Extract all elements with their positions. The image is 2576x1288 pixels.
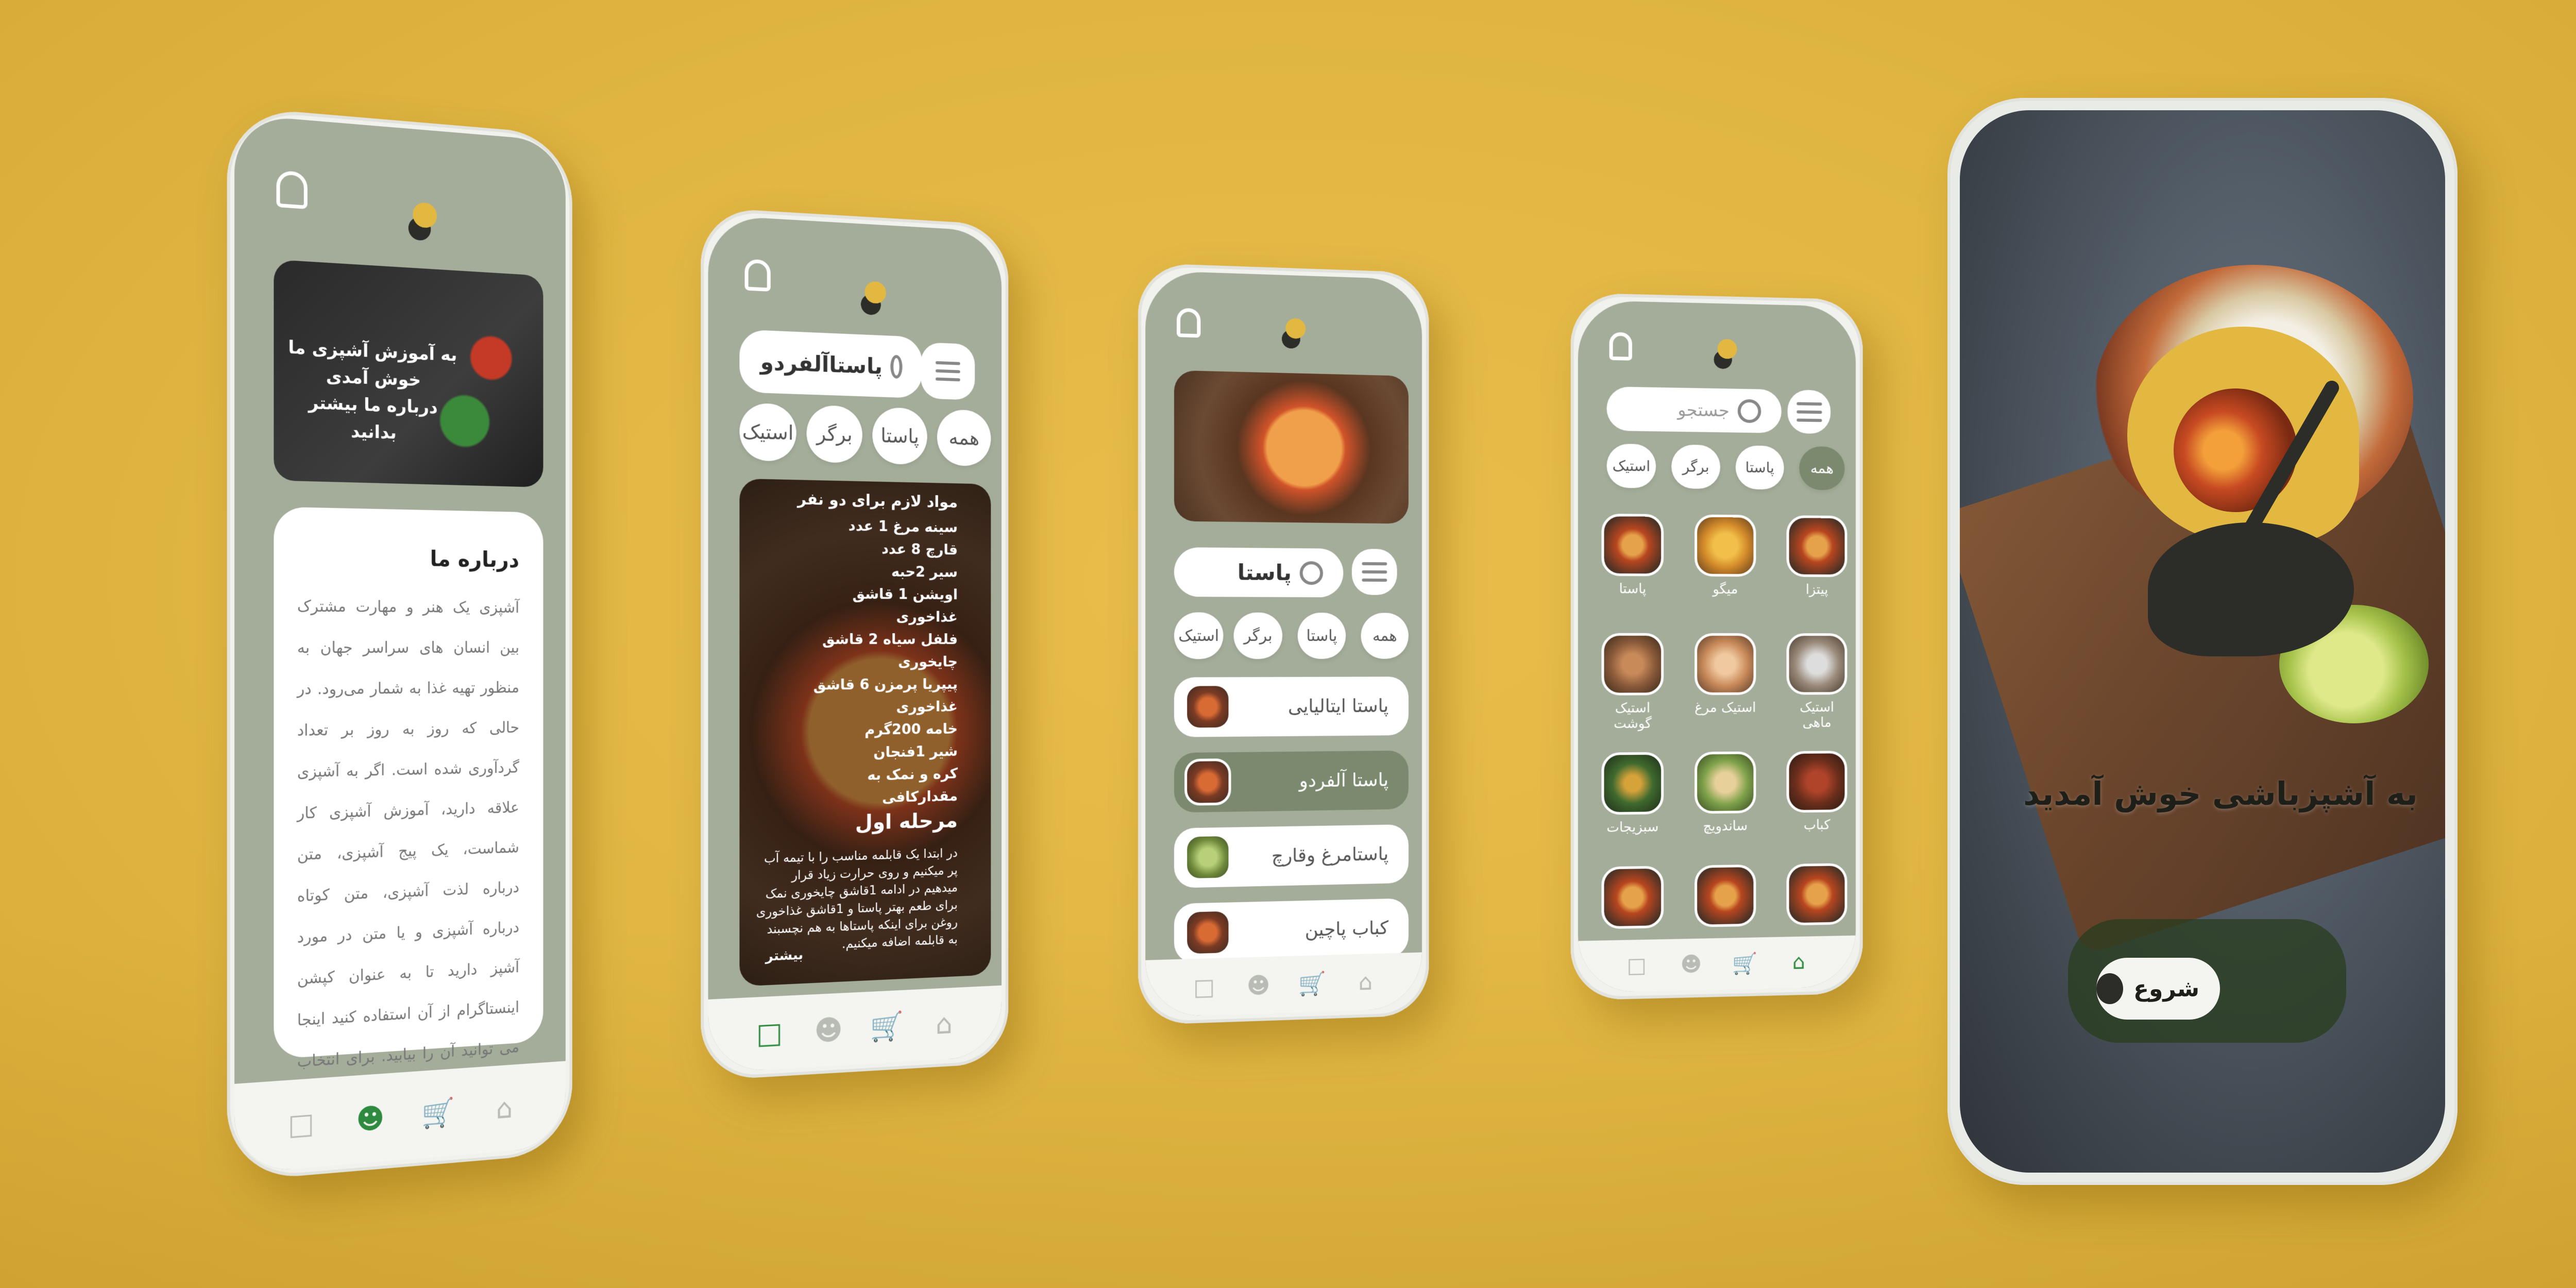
filter-pasta[interactable]: پاستا	[872, 407, 927, 465]
grid-item[interactable]	[1784, 863, 1850, 930]
top-bar	[1578, 300, 1856, 399]
filter-all[interactable]: همه	[1361, 613, 1409, 658]
top-bar	[1145, 270, 1422, 371]
home-icon[interactable]: ⌂	[491, 1093, 518, 1124]
about-card: درباره ما آشپزی یک هنر و مهارت مشترک بین…	[274, 506, 543, 1059]
filter-steak[interactable]: استیک	[1174, 612, 1224, 659]
logo-icon	[404, 195, 439, 244]
logo-icon	[1277, 314, 1308, 351]
search-icon	[1300, 561, 1323, 585]
start-button[interactable]: شروع	[2096, 958, 2220, 1020]
bookmark-icon[interactable]: □	[755, 1018, 784, 1048]
logo-icon	[1710, 334, 1739, 371]
list-view-button[interactable]	[921, 342, 975, 400]
filter-steak[interactable]: استیک	[1607, 444, 1656, 488]
grid-item[interactable]	[1599, 866, 1666, 934]
bookmark-icon[interactable]: □	[1190, 972, 1218, 1002]
welcome-title: به آشپزباشی خوش آمدید	[2022, 775, 2419, 812]
home-icon[interactable]: ⌂	[1351, 968, 1380, 997]
more-link[interactable]: بیشتر	[766, 947, 803, 964]
people-icon[interactable]: ☻	[1244, 971, 1273, 1001]
list-thumb	[1184, 758, 1231, 806]
phone-recipe: پاستاآلفردو استیک برگر پاستا همه مواد لا…	[701, 207, 1008, 1081]
cart-icon[interactable]: 🛒	[1731, 948, 1759, 978]
list-item[interactable]: پاستا ایتالیایی	[1174, 676, 1409, 737]
grid-item[interactable]: ساندویچ	[1692, 751, 1758, 834]
search-input[interactable]: پاستاآلفردو	[739, 329, 922, 398]
list-thumb	[1184, 909, 1231, 957]
search-value: پاستا	[1238, 560, 1292, 585]
list-thumb	[1184, 683, 1231, 730]
bottom-nav: □ ☻ 🛒 ⌂	[1578, 936, 1856, 993]
step-title: مرحله اول	[855, 809, 958, 835]
filter-all[interactable]: همه	[1799, 446, 1844, 490]
grid-item[interactable]: استیک گوشت	[1599, 633, 1666, 732]
menu-icon[interactable]	[951, 295, 975, 318]
bell-icon[interactable]	[744, 259, 770, 292]
grid-item[interactable]: پیتزا	[1784, 515, 1850, 598]
filter-pasta[interactable]: پاستا	[1298, 613, 1346, 659]
list-thumb	[1184, 834, 1231, 881]
grid-item[interactable]: استیک مرغ	[1692, 633, 1758, 716]
bell-icon[interactable]	[1177, 308, 1200, 338]
filter-burger[interactable]: برگر	[1234, 613, 1283, 659]
search-icon	[890, 355, 902, 379]
phone-welcome: به آشپزباشی خوش آمدید شروع	[1947, 98, 2458, 1185]
bookmark-icon[interactable]: □	[1622, 951, 1651, 981]
filter-burger[interactable]: برگر	[807, 405, 862, 463]
start-label: شروع	[2133, 976, 2199, 1002]
about-title: درباره ما	[430, 546, 519, 572]
search-icon	[1738, 399, 1761, 423]
menu-icon[interactable]	[1808, 347, 1831, 367]
grid-item[interactable]: میگو	[1692, 515, 1758, 598]
logo-icon	[2107, 327, 2375, 687]
bell-icon[interactable]	[1609, 332, 1632, 361]
bell-icon[interactable]	[276, 170, 307, 209]
step-body: در ابتدا یک قابلمه مناسب را با تیمه آب پ…	[755, 844, 958, 957]
grid-item[interactable]: استیک ماهی	[1784, 633, 1850, 731]
banner-text: به آموزش آشپزی ما خوش آمدی درباره ما بیش…	[284, 334, 461, 449]
ingredients-title: مواد لازم برای دو نفر	[798, 490, 958, 512]
menu-icon[interactable]	[503, 233, 532, 260]
list-view-button[interactable]	[1352, 549, 1397, 595]
list-item[interactable]: پاستامرغ وقارچ	[1174, 824, 1409, 888]
bottom-nav: □ ☻ 🛒 ⌂	[1145, 952, 1422, 1018]
cart-icon[interactable]: 🛒	[1298, 969, 1326, 999]
search-value: پاستاآلفردو	[760, 349, 883, 379]
list-view-button[interactable]	[1788, 389, 1831, 434]
home-icon[interactable]: ⌂	[1785, 947, 1813, 977]
filter-steak[interactable]: استیک	[739, 402, 796, 462]
about-banner: به آموزش آشپزی ما خوش آمدی درباره ما بیش…	[274, 260, 543, 487]
grid-item[interactable]: سبزیجات	[1599, 752, 1666, 836]
phone-grid: جستجو استیک برگر پاستا همه پیتزا میگو پا…	[1571, 293, 1863, 1001]
logo-icon	[857, 275, 887, 318]
people-icon[interactable]: ☻	[815, 1014, 843, 1045]
people-icon[interactable]: ☻	[356, 1103, 384, 1134]
top-bar	[234, 114, 566, 232]
bookmark-icon[interactable]: □	[286, 1108, 315, 1140]
home-icon[interactable]: ⌂	[930, 1009, 958, 1039]
grid-item[interactable]: کباب	[1784, 751, 1850, 833]
cart-icon[interactable]: 🛒	[873, 1012, 901, 1042]
filter-all[interactable]: همه	[937, 409, 991, 466]
list-item[interactable]: پاستا آلفردو	[1174, 751, 1409, 813]
phone-about: به آموزش آشپزی ما خوش آمدی درباره ما بیش…	[227, 106, 572, 1182]
filter-pasta[interactable]: پاستا	[1736, 445, 1784, 489]
filter-burger[interactable]: برگر	[1671, 445, 1720, 489]
about-body: آشپزی یک هنر و مهارت مشترک بین انسان های…	[297, 586, 519, 1124]
top-bar	[708, 215, 1002, 323]
people-icon[interactable]: ☻	[1676, 950, 1705, 979]
search-placeholder: جستجو	[1677, 399, 1730, 421]
ingredients-list: سینه مرغ 1 عدد قارچ 8 عدد سیر 2حبه اویشن…	[807, 514, 957, 810]
search-input[interactable]: پاستا	[1174, 547, 1343, 597]
cart-icon[interactable]: 🛒	[424, 1098, 452, 1129]
start-toggle-knob	[2096, 973, 2123, 1004]
hero-image	[1174, 370, 1409, 524]
grid-item[interactable]	[1692, 865, 1758, 933]
phone-list: پاستا استیک برگر پاستا همه پاستا ایتالیا…	[1138, 263, 1429, 1025]
bottom-nav: □ ☻ 🛒 ⌂	[708, 986, 1002, 1073]
grid-item[interactable]: پاستا	[1599, 514, 1666, 597]
menu-icon[interactable]	[1374, 329, 1397, 350]
search-input[interactable]: جستجو	[1607, 386, 1782, 433]
